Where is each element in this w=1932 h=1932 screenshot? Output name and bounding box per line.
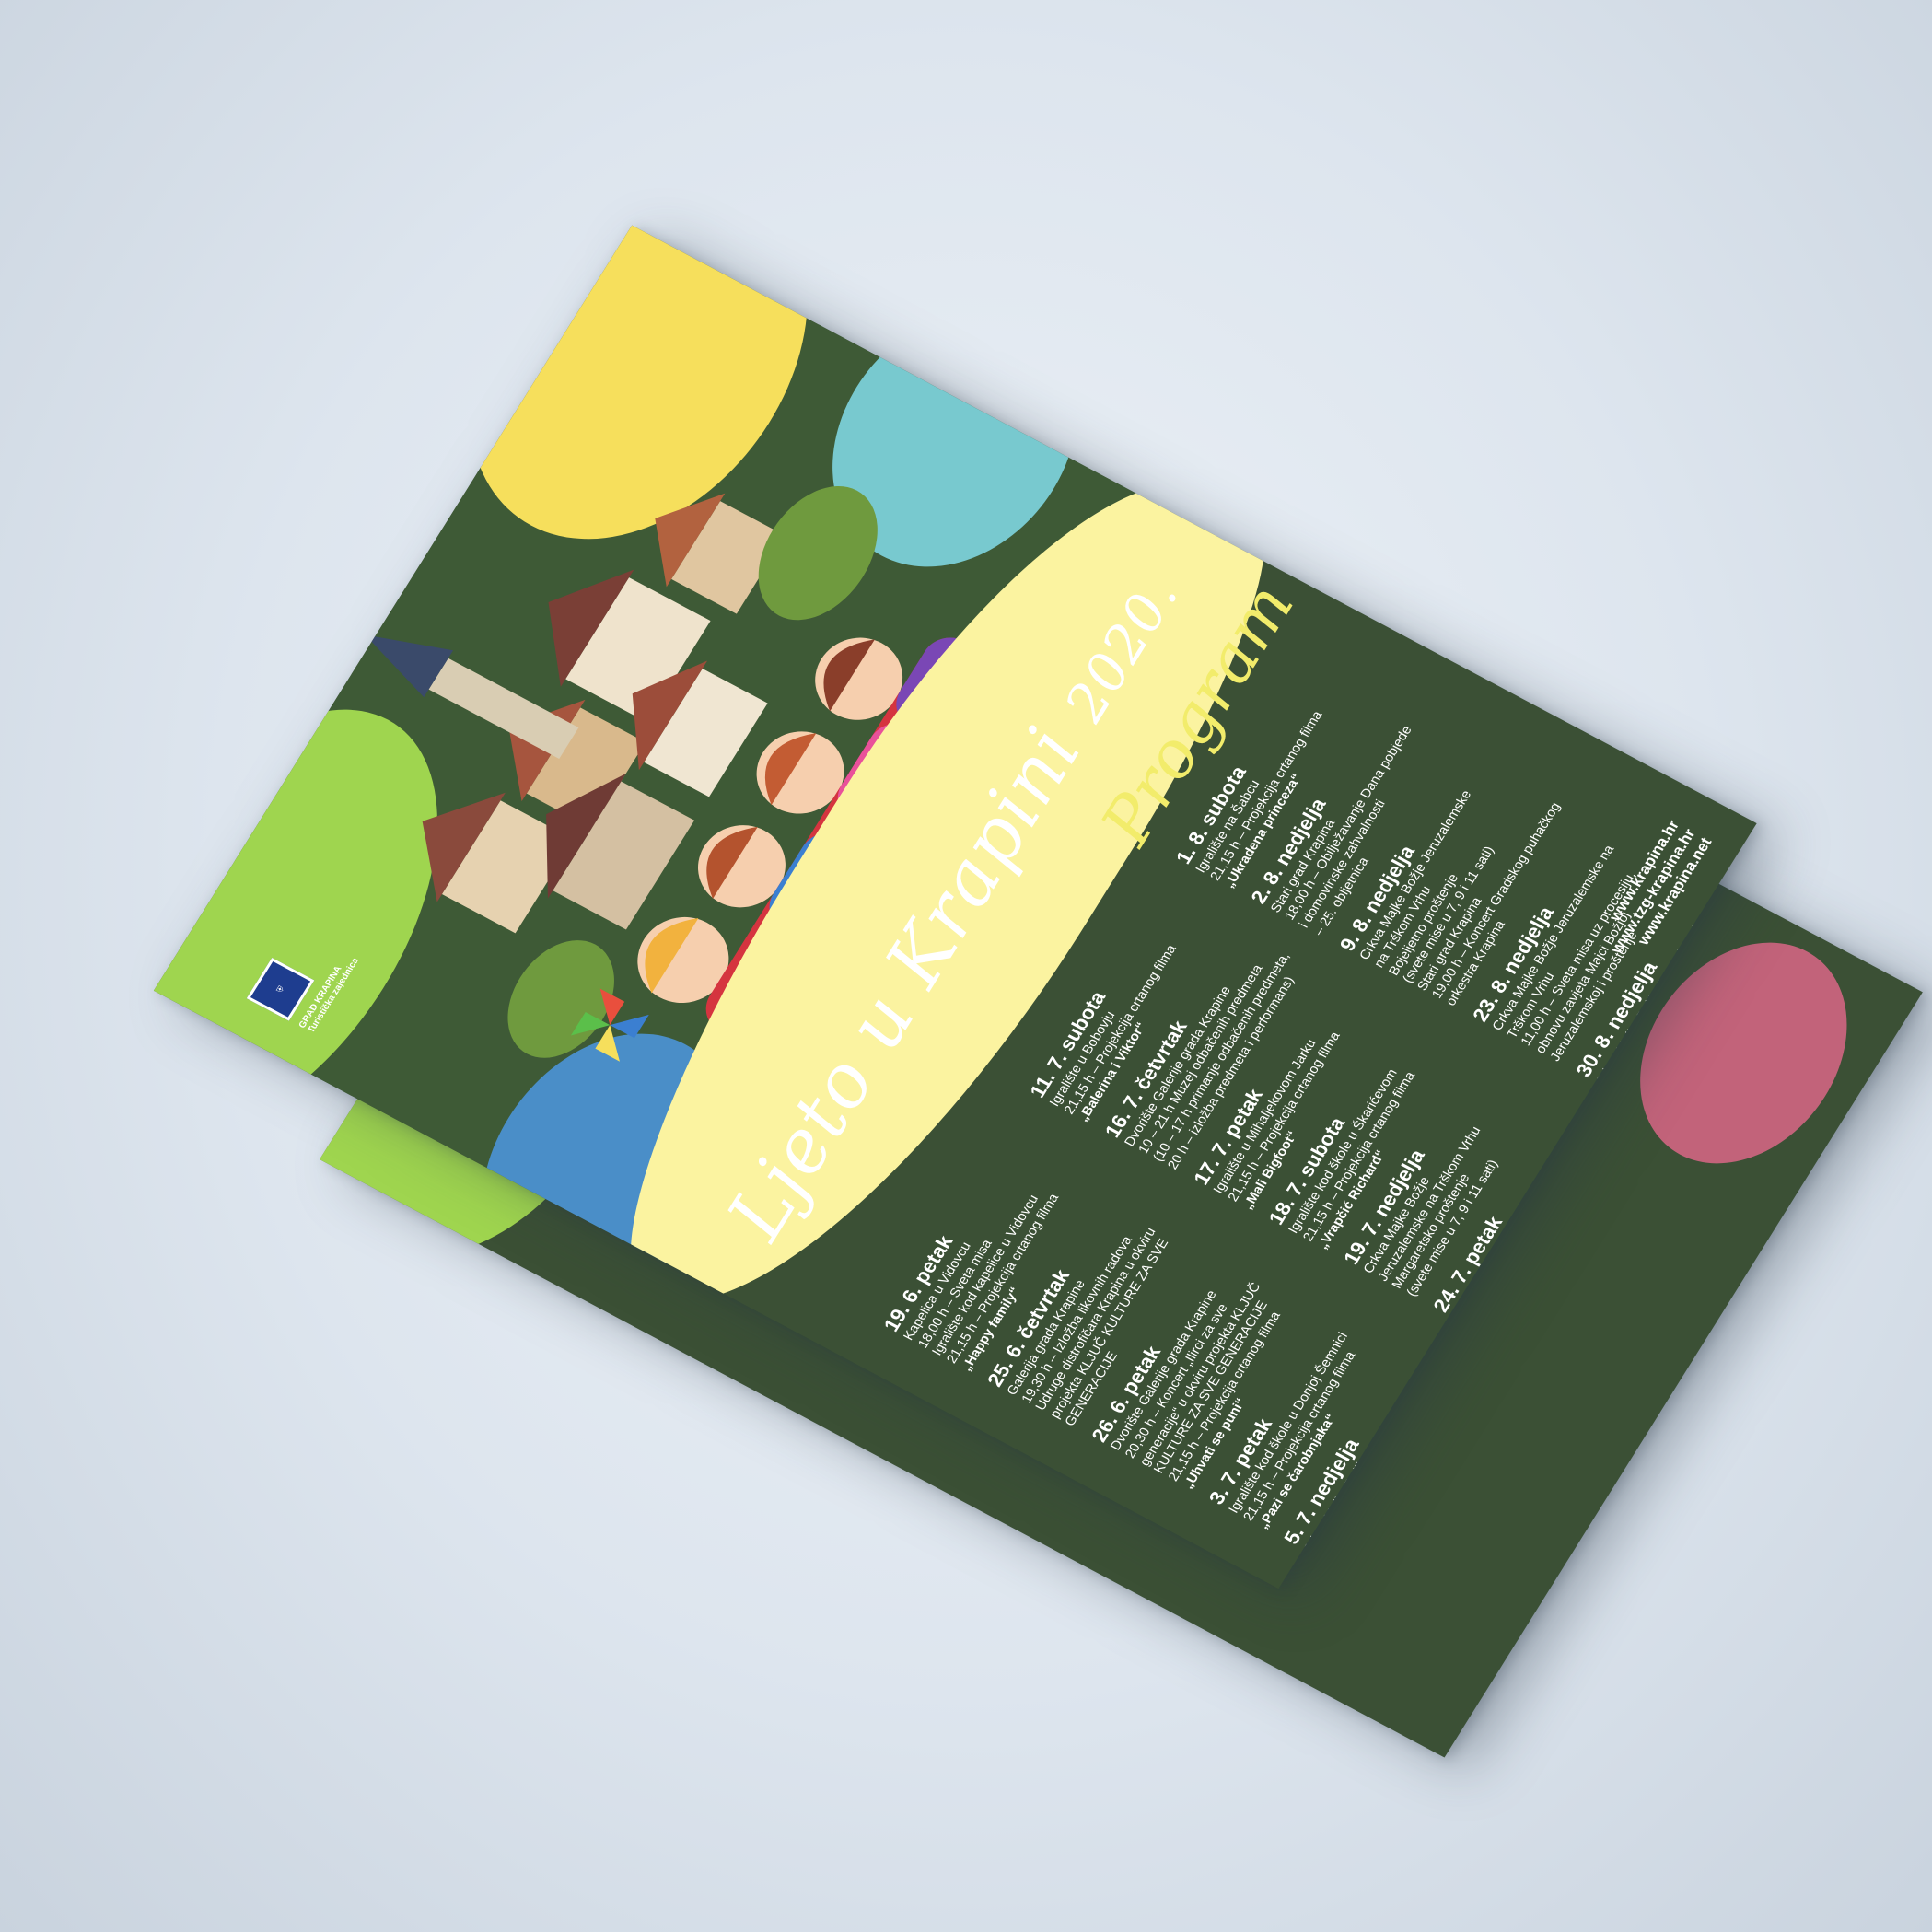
mockup-scene: ⛨ GRAD KRAPINA Turistička zajednica Ljet… bbox=[0, 0, 1932, 1932]
